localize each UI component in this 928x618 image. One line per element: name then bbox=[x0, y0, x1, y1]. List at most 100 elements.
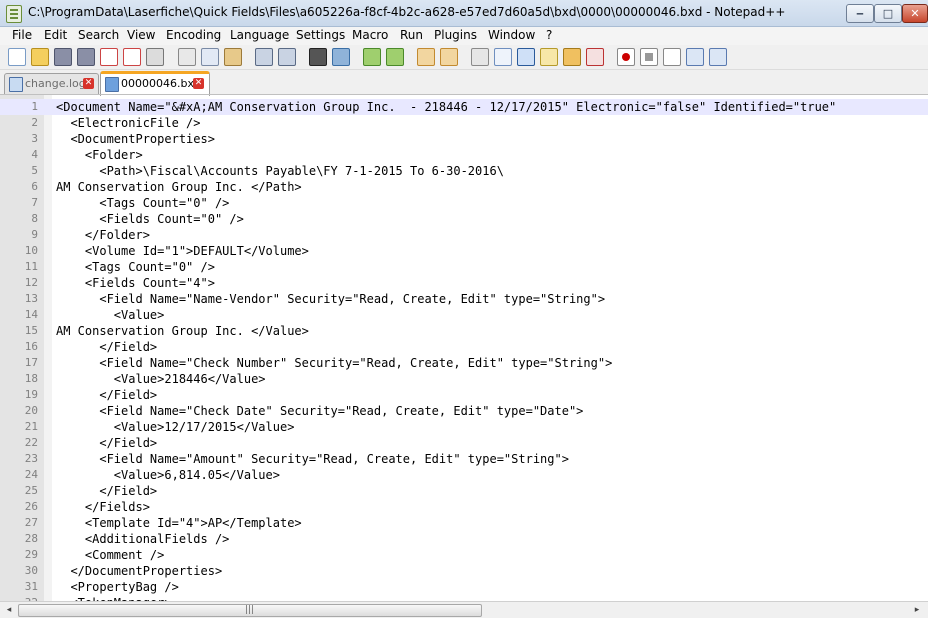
function-list-icon[interactable] bbox=[586, 48, 604, 66]
code-line[interactable]: 14 <Value> bbox=[0, 307, 928, 323]
code-line[interactable]: 31 <PropertyBag /> bbox=[0, 579, 928, 595]
menu-settings[interactable]: Settings bbox=[294, 28, 347, 42]
code-line[interactable]: 15 AM Conservation Group Inc. </Value> bbox=[0, 323, 928, 339]
scrollbar-thumb[interactable]: ||| bbox=[18, 604, 482, 617]
line-text[interactable]: <Field Name="Check Date" Security="Read,… bbox=[56, 403, 583, 419]
code-line[interactable]: 2 <ElectronicFile /> bbox=[0, 115, 928, 131]
scroll-left-icon[interactable]: ◂ bbox=[2, 604, 16, 616]
stop-record-icon[interactable] bbox=[640, 48, 658, 66]
line-text[interactable]: AM Conservation Group Inc. </Value> bbox=[56, 323, 309, 339]
line-text[interactable]: <Field Name="Amount" Security="Read, Cre… bbox=[56, 451, 569, 467]
line-text[interactable]: <Volume Id="1">DEFAULT</Volume> bbox=[56, 243, 309, 259]
code-line[interactable]: 16 </Field> bbox=[0, 339, 928, 355]
code-line[interactable]: 29 <Comment /> bbox=[0, 547, 928, 563]
minimize-button[interactable]: ‒ bbox=[846, 4, 874, 23]
code-line[interactable]: 5 <Path>\Fiscal\Accounts Payable\FY 7-1-… bbox=[0, 163, 928, 179]
menu-macro[interactable]: Macro bbox=[350, 28, 390, 42]
menu-file[interactable]: File bbox=[10, 28, 34, 42]
line-text[interactable]: </Field> bbox=[56, 339, 157, 355]
tab-change-log[interactable]: change.log ✕ bbox=[4, 73, 99, 94]
code-line[interactable]: 1 <Document Name="&#xA;AM Conservation Gr… bbox=[0, 99, 928, 115]
zoom-in-icon[interactable] bbox=[363, 48, 381, 66]
menu-view[interactable]: View bbox=[125, 28, 157, 42]
line-text[interactable]: </Field> bbox=[56, 435, 157, 451]
code-line[interactable]: 21 <Value>12/17/2015</Value> bbox=[0, 419, 928, 435]
cut-icon[interactable] bbox=[178, 48, 196, 66]
replace-icon[interactable] bbox=[332, 48, 350, 66]
code-line[interactable]: 3 <DocumentProperties> bbox=[0, 131, 928, 147]
find-icon[interactable] bbox=[309, 48, 327, 66]
code-line[interactable]: 19 </Field> bbox=[0, 387, 928, 403]
code-line[interactable]: 12 <Fields Count="4"> bbox=[0, 275, 928, 291]
close-window-button[interactable]: ✕ bbox=[902, 4, 928, 23]
close-all-icon[interactable] bbox=[123, 48, 141, 66]
code-line[interactable]: 9 </Folder> bbox=[0, 227, 928, 243]
line-text[interactable]: <Folder> bbox=[56, 147, 143, 163]
sync-vertical-icon[interactable] bbox=[417, 48, 435, 66]
menu-edit[interactable]: Edit bbox=[42, 28, 69, 42]
code-line[interactable]: 17 <Field Name="Check Number" Security="… bbox=[0, 355, 928, 371]
line-text[interactable]: <Tags Count="0" /> bbox=[56, 195, 229, 211]
scroll-right-icon[interactable]: ▸ bbox=[910, 604, 924, 616]
tab-00000046-bxd[interactable]: 00000046.bxd ✕ bbox=[100, 71, 210, 96]
play-macro-icon[interactable] bbox=[663, 48, 681, 66]
horizontal-scrollbar[interactable]: ◂ ||| ▸ bbox=[0, 601, 928, 618]
undo-icon[interactable] bbox=[255, 48, 273, 66]
code-line[interactable]: 18 <Value>218446</Value> bbox=[0, 371, 928, 387]
doc-map-icon[interactable] bbox=[563, 48, 581, 66]
code-line[interactable]: 27 <Template Id="4">AP</Template> bbox=[0, 515, 928, 531]
menu-language[interactable]: Language bbox=[228, 28, 291, 42]
user-language-icon[interactable] bbox=[540, 48, 558, 66]
code-line[interactable]: 13 <Field Name="Name-Vendor" Security="R… bbox=[0, 291, 928, 307]
print-icon[interactable] bbox=[146, 48, 164, 66]
code-line[interactable]: 20 <Field Name="Check Date" Security="Re… bbox=[0, 403, 928, 419]
code-lines[interactable]: 1 <Document Name="&#xA;AM Conservation Gr… bbox=[0, 99, 928, 602]
code-line[interactable]: 6 AM Conservation Group Inc. </Path> bbox=[0, 179, 928, 195]
code-line[interactable]: 4 <Folder> bbox=[0, 147, 928, 163]
line-text[interactable]: </Field> bbox=[56, 483, 157, 499]
show-all-characters-icon[interactable] bbox=[494, 48, 512, 66]
code-line[interactable]: 26 </Fields> bbox=[0, 499, 928, 515]
line-text[interactable]: <PropertyBag /> bbox=[56, 579, 178, 595]
line-text[interactable]: <Comment /> bbox=[56, 547, 164, 563]
line-text[interactable]: <Template Id="4">AP</Template> bbox=[56, 515, 302, 531]
save-macro-icon[interactable] bbox=[709, 48, 727, 66]
line-text[interactable]: </DocumentProperties> bbox=[56, 563, 222, 579]
code-line[interactable]: 24 <Value>6,814.05</Value> bbox=[0, 467, 928, 483]
paste-icon[interactable] bbox=[224, 48, 242, 66]
new-file-icon[interactable] bbox=[8, 48, 26, 66]
editor[interactable]: 1 <Document Name="&#xA;AM Conservation Gr… bbox=[0, 94, 928, 602]
menu-encoding[interactable]: Encoding bbox=[164, 28, 223, 42]
title-bar[interactable]: C:\ProgramData\Laserfiche\Quick Fields\F… bbox=[0, 0, 928, 27]
line-text[interactable]: <ElectronicFile /> bbox=[56, 115, 200, 131]
code-line[interactable]: 10 <Volume Id="1">DEFAULT</Volume> bbox=[0, 243, 928, 259]
record-macro-icon[interactable] bbox=[617, 48, 635, 66]
indent-guide-icon[interactable] bbox=[517, 48, 535, 66]
code-line[interactable]: 22 </Field> bbox=[0, 435, 928, 451]
line-text[interactable]: </Fields> bbox=[56, 499, 150, 515]
save-icon[interactable] bbox=[54, 48, 72, 66]
line-text[interactable]: AM Conservation Group Inc. </Path> bbox=[56, 179, 302, 195]
menu-help[interactable]: ? bbox=[544, 28, 554, 42]
tab-close-icon[interactable]: ✕ bbox=[193, 78, 204, 89]
zoom-out-icon[interactable] bbox=[386, 48, 404, 66]
code-line[interactable]: 30 </DocumentProperties> bbox=[0, 563, 928, 579]
close-icon[interactable] bbox=[100, 48, 118, 66]
run-macro-multiple-icon[interactable] bbox=[686, 48, 704, 66]
code-line[interactable]: 28 <AdditionalFields /> bbox=[0, 531, 928, 547]
menu-window[interactable]: Window bbox=[486, 28, 537, 42]
line-text[interactable]: <Field Name="Name-Vendor" Security="Read… bbox=[56, 291, 605, 307]
line-text[interactable]: <Fields Count="0" /> bbox=[56, 211, 244, 227]
maximize-button[interactable]: □ bbox=[874, 4, 902, 23]
line-text[interactable]: </Field> bbox=[56, 387, 157, 403]
line-text[interactable]: <Value>6,814.05</Value> bbox=[56, 467, 280, 483]
line-text[interactable]: <Value>218446</Value> bbox=[56, 371, 266, 387]
open-file-icon[interactable] bbox=[31, 48, 49, 66]
line-text[interactable]: <DocumentProperties> bbox=[56, 131, 215, 147]
line-text[interactable]: </Folder> bbox=[56, 227, 150, 243]
line-text[interactable]: <AdditionalFields /> bbox=[56, 531, 230, 547]
sync-horizontal-icon[interactable] bbox=[440, 48, 458, 66]
save-all-icon[interactable] bbox=[77, 48, 95, 66]
redo-icon[interactable] bbox=[278, 48, 296, 66]
line-text[interactable]: <Tags Count="0" /> bbox=[56, 259, 215, 275]
